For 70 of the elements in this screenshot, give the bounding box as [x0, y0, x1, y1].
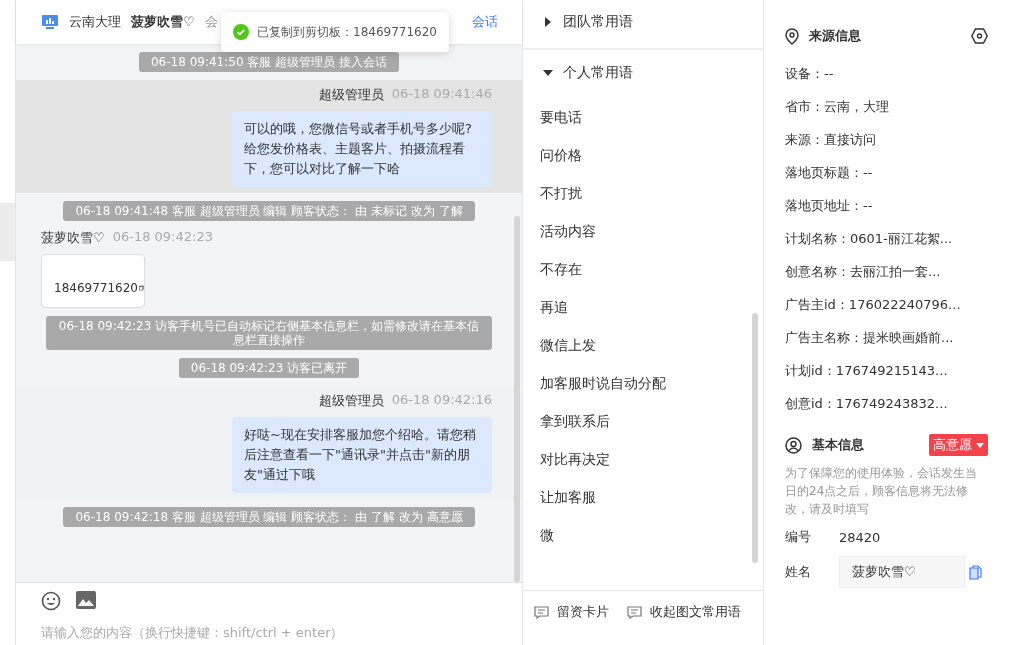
section-title: 来源信息: [809, 27, 861, 45]
message-icon: [627, 605, 642, 619]
caret-icon: [543, 70, 553, 76]
source-field: 省市：云南，大理: [785, 90, 988, 123]
phrase-item[interactable]: 不打扰: [523, 174, 763, 212]
phrase-item[interactable]: 微: [523, 516, 763, 554]
source-field: 设备：--: [785, 57, 988, 90]
settings-icon[interactable]: [971, 28, 988, 44]
field-label: 姓名: [785, 563, 812, 581]
message-time: 06-18 09:42:23: [112, 229, 213, 246]
sender-name: 菠萝吹雪♡: [41, 229, 105, 247]
message-time: 06-18 09:42:16: [391, 392, 492, 409]
toolbar-button[interactable]: 收起图文常用语: [627, 603, 741, 621]
section-title: 基本信息: [812, 436, 864, 454]
header-text: 会: [204, 13, 218, 31]
system-notice: 06-18 09:41:50 客服 超级管理员 接入会话: [139, 52, 399, 72]
emoji-icon[interactable]: [41, 591, 61, 611]
name-field[interactable]: 菠萝吹雪♡: [839, 556, 965, 588]
scrollbar[interactable]: [514, 216, 520, 582]
source-field: 创意名称：去丽江拍一套...: [785, 255, 988, 288]
phrase-group[interactable]: 团队常用语: [523, 0, 763, 50]
source-field: 来源：直接访问: [785, 123, 988, 156]
phrase-item[interactable]: 拿到联系后: [523, 402, 763, 440]
toolbar-button[interactable]: 留资卡片: [534, 603, 609, 621]
phrase-item[interactable]: 问价格: [523, 136, 763, 174]
message-time: 06-18 09:41:46: [391, 86, 492, 103]
caret-icon: [976, 442, 984, 448]
notice-text: 为了保障您的使用体验，会话发生当日的24点之后，顾客信息将无法修改，请及时填写: [785, 465, 978, 518]
caret-icon: [545, 17, 551, 27]
phrase-item[interactable]: 微信上发: [523, 326, 763, 364]
toast-text: 已复制到剪切板：18469771620: [257, 23, 437, 41]
visitor-location: 云南大理: [69, 13, 121, 31]
sender-name: 超级管理员: [318, 86, 384, 104]
source-field: 落地页标题：--: [785, 156, 988, 189]
success-icon: [233, 24, 249, 40]
copy-icon[interactable]: [969, 564, 982, 580]
system-notice: 06-18 09:42:23 访客已离开: [178, 358, 360, 378]
image-icon[interactable]: [76, 591, 96, 609]
field-value: 28420: [839, 529, 881, 545]
system-notice: 06-18 09:41:48 客服 超级管理员 编辑 顾客状态： 由 未标记 改为 了解: [63, 201, 475, 221]
phrase-item[interactable]: 再追: [523, 288, 763, 326]
phrase-item[interactable]: 活动内容: [523, 212, 763, 250]
field-label: 编号: [785, 528, 812, 546]
phrase-item[interactable]: 要电话: [523, 98, 763, 136]
message-bubble: 可以的哦，您微信号或者手机号多少呢?给您发价格表、主题客片、拍摄流程看下，您可以对比了解一下哈: [232, 111, 492, 187]
message-icon: [534, 605, 549, 619]
phrase-item[interactable]: 加客服时说自动分配: [523, 364, 763, 402]
monitor-icon: [41, 14, 59, 30]
phrase-item[interactable]: 不存在: [523, 250, 763, 288]
source-field: 广告主id：176022240796...: [785, 288, 988, 321]
source-field: 创意id：176749243832...: [785, 387, 988, 420]
message-bubble: 好哒~现在安排客服加您个绍哈。请您稍后注意查看一下"通讯录"并点击"新的朋友"通过下哦: [232, 417, 492, 493]
scrollbar[interactable]: [752, 313, 758, 563]
intent-dropdown[interactable]: 高意愿: [929, 434, 988, 456]
source-field: 广告主名称：提米映画婚前...: [785, 321, 988, 354]
sender-name: 超级管理员: [318, 392, 384, 410]
source-field: 落地页地址：--: [785, 189, 988, 222]
system-notice: 06-18 09:42:23 访客手机号已自动标记右侧基本信息栏，如需修改请在基本信息栏直接操作: [46, 316, 492, 350]
phrase-item[interactable]: 让加客服: [523, 478, 763, 516]
phone-number: 18469771620: [54, 281, 138, 295]
user-icon: [785, 436, 802, 454]
session-link[interactable]: 会话: [472, 13, 498, 31]
visitor-name: 菠萝吹雪♡: [131, 13, 195, 31]
copy-icon[interactable]: [139, 282, 144, 294]
source-field: 计划id：176749215143...: [785, 354, 988, 387]
phrase-group[interactable]: 个人常用语: [523, 50, 763, 88]
system-notice: 06-18 09:42:18 客服 超级管理员 编辑 顾客状态： 由 了解 改为 高意愿: [63, 507, 475, 527]
location-pin-icon: [785, 27, 799, 45]
phrase-item[interactable]: 对比再决定: [523, 440, 763, 478]
source-field: 计划名称：0601-丽江花絮...: [785, 222, 988, 255]
